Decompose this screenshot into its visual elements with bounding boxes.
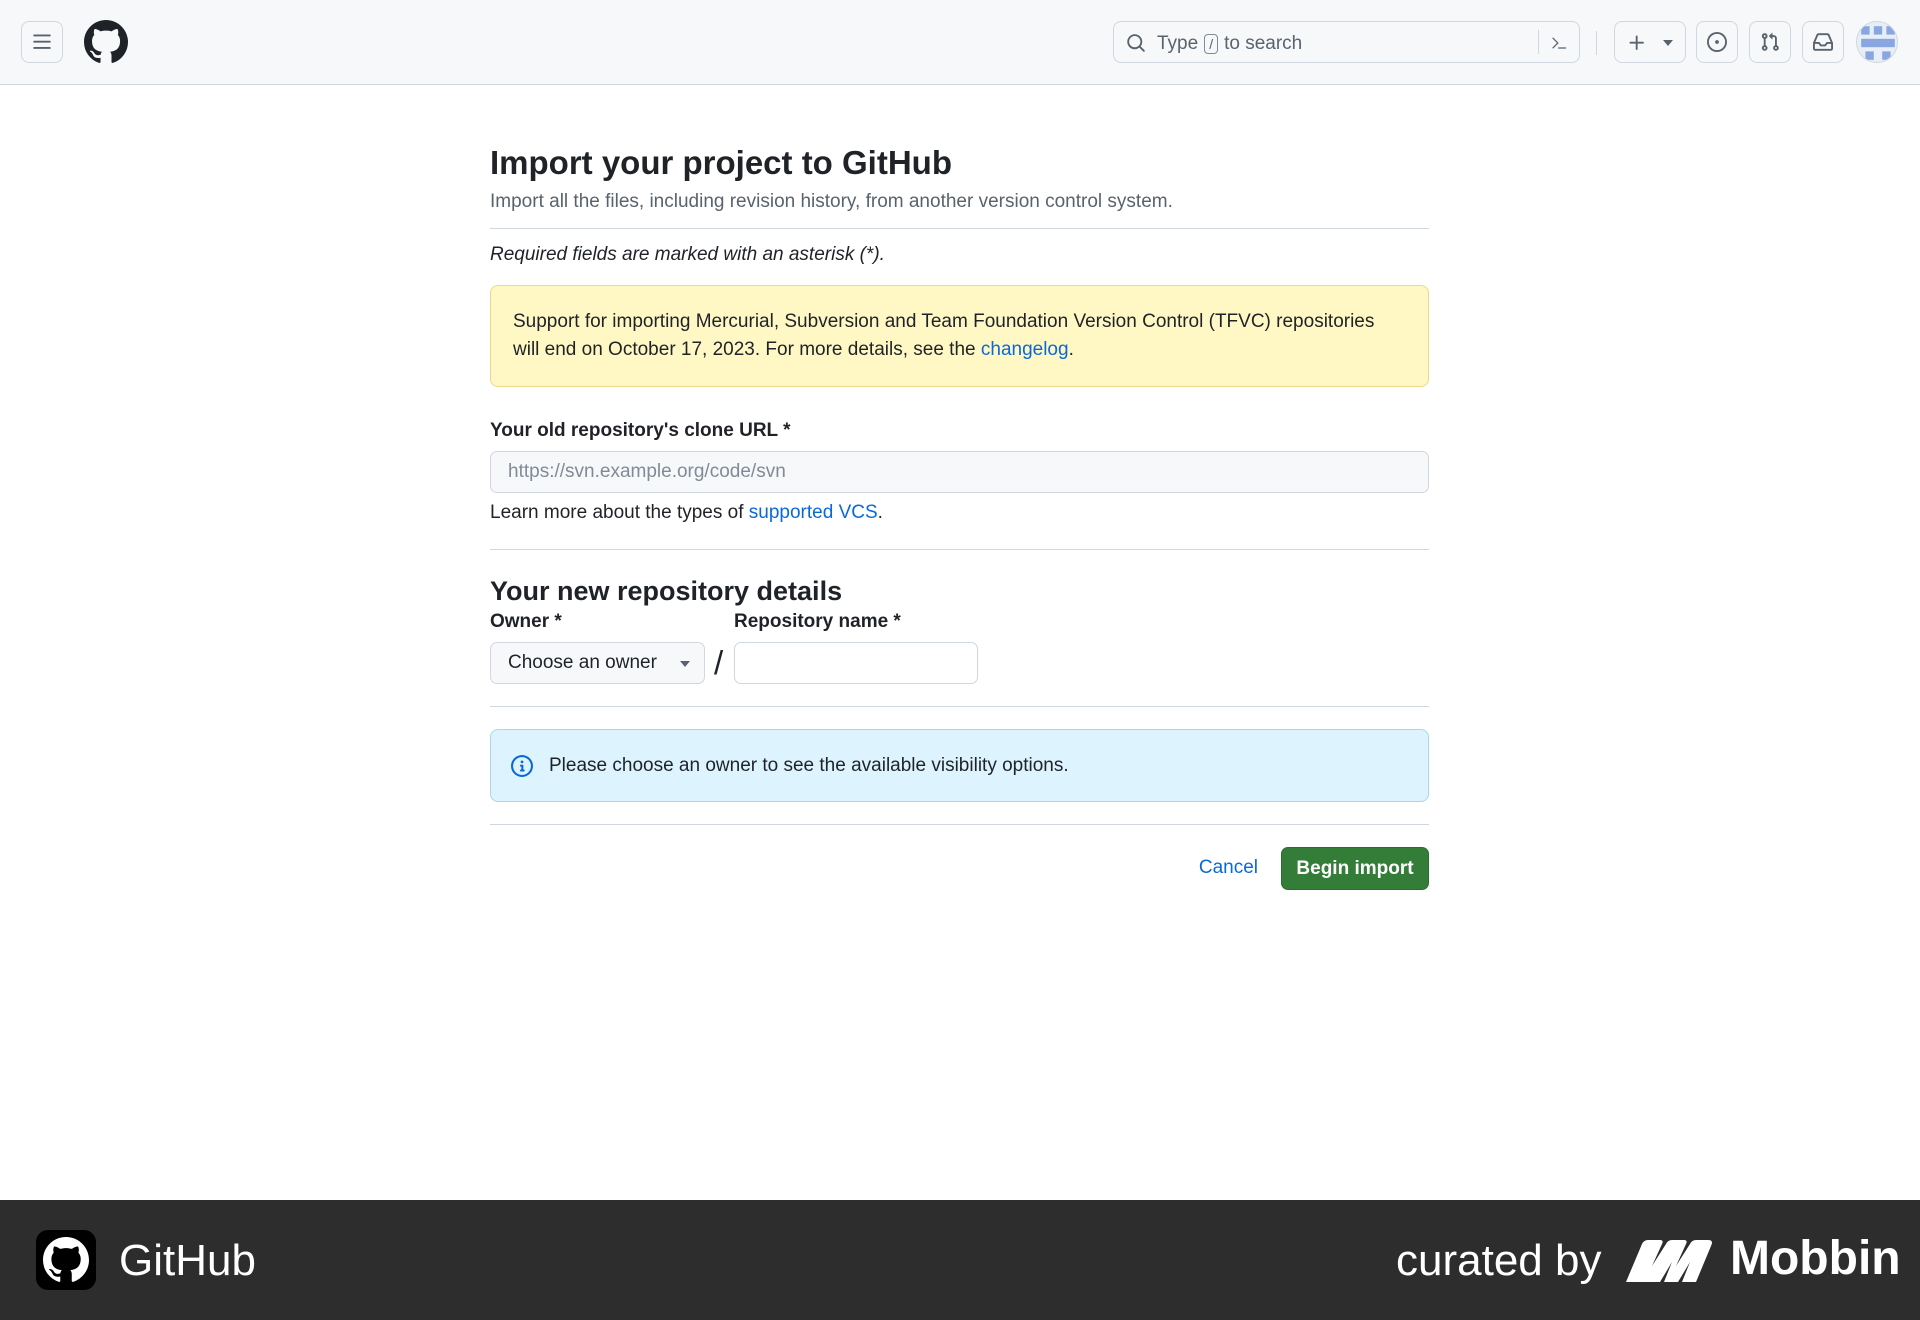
identicon-icon [1857,22,1897,62]
owner-dropdown[interactable]: Choose an owner [490,642,705,684]
pull-requests-button[interactable] [1749,21,1791,63]
mobbin-wordmark: Mobbin [1730,1232,1901,1285]
cancel-button[interactable]: Cancel [1199,857,1258,879]
plus-icon [1629,35,1644,50]
search-divider [1538,30,1539,54]
page-title: Import your project to GitHub [490,144,952,181]
owner-repo-row: Choose an owner / [490,642,1429,686]
create-new-button[interactable] [1614,21,1686,63]
search-shortcut-key: / [1204,34,1219,54]
search-placeholder: Type / to search [1157,33,1302,55]
clone-url-placeholder: https://svn.example.org/code/svn [508,461,786,482]
owner-dropdown-label: Choose an owner [508,652,657,673]
issue-opened-icon [1707,32,1727,52]
owner-label: Owner * [490,611,562,632]
required-note: Required fields are marked with an aster… [490,244,885,265]
warning-end: . [1068,339,1074,360]
repo-name-input[interactable] [734,642,978,684]
chevron-down-icon [1663,40,1673,46]
footer-banner: GitHub curated by Mobbin [0,1200,1920,1320]
command-palette-icon[interactable] [1548,33,1570,53]
begin-import-button[interactable]: Begin import [1281,847,1429,890]
search-icon [1127,34,1145,52]
form-actions: Cancel Begin import [490,847,1429,891]
supported-vcs-link[interactable]: supported VCS [749,502,878,523]
vcs-note-text: Learn more about the types of [490,502,744,523]
inbox-icon [1813,33,1833,51]
deprecation-warning: Support for importing Mercurial, Subvers… [490,285,1429,387]
curated-by-text: curated by [1396,1236,1602,1285]
clone-url-label: Your old repository's clone URL * [490,420,791,441]
clone-url-group: Your old repository's clone URL * https:… [490,419,1429,525]
import-form: Import your project to GitHub Import all… [490,140,1429,891]
owner-repo-separator: / [714,644,724,681]
issues-button[interactable] [1696,21,1738,63]
caret-down-icon [680,661,690,667]
divider [490,549,1429,550]
inbox-button[interactable] [1802,21,1844,63]
avatar[interactable] [1856,21,1898,63]
divider [490,228,1429,229]
repo-name-label: Repository name * [734,611,901,632]
vcs-note-end: . [877,502,883,523]
divider [490,824,1429,825]
search-bar[interactable]: Type / to search [1113,21,1580,63]
new-repo-heading: Your new repository details [490,576,843,606]
menu-button[interactable] [21,21,63,63]
git-pull-request-icon [1761,32,1779,51]
github-logo-icon[interactable] [84,20,128,64]
visibility-info-text: Please choose an owner to see the availa… [549,754,1069,776]
vcs-note: Learn more about the types of supported … [490,501,1429,525]
footer-brand-name: GitHub [119,1236,256,1285]
visibility-info: Please choose an owner to see the availa… [490,729,1429,802]
divider [490,706,1429,707]
header-divider [1596,31,1597,55]
changelog-link[interactable]: changelog [981,339,1069,360]
global-header: Type / to search [0,0,1920,85]
search-prefix: Type [1157,33,1199,54]
footer-app-icon [36,1230,96,1290]
info-icon [511,754,533,777]
search-suffix: to search [1224,33,1303,54]
github-logo-icon [43,1237,89,1282]
warning-text: Support for importing Mercurial, Subvers… [513,311,1375,360]
page-subtitle: Import all the files, including revision… [490,191,1173,212]
field-labels: Owner * Repository name * [490,610,1429,634]
mobbin-logo-icon [1626,1240,1712,1282]
clone-url-input[interactable]: https://svn.example.org/code/svn [490,451,1429,493]
hamburger-icon [33,34,51,49]
